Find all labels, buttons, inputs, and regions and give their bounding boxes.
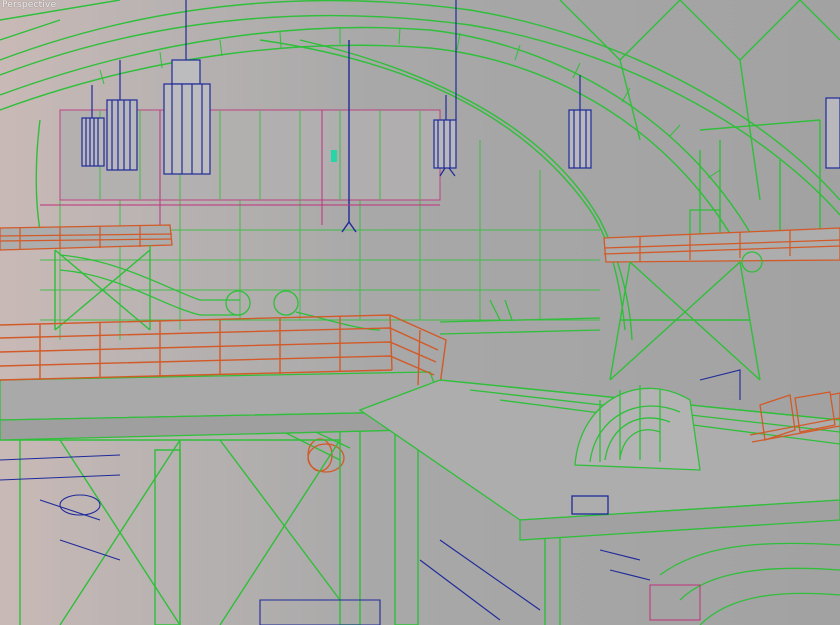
viewport-label[interactable]: Perspective [2, 0, 56, 10]
catwalk-left [0, 224, 173, 251]
3d-viewport[interactable]: Perspective [0, 0, 840, 625]
hanging-lamp-edge [825, 97, 840, 169]
cyan-marker [331, 150, 337, 162]
pipe-flange [307, 438, 345, 473]
hanging-lamp-left-small [81, 85, 105, 167]
catwalk-right [603, 227, 840, 273]
wireframe-scene[interactable] [0, 0, 840, 625]
